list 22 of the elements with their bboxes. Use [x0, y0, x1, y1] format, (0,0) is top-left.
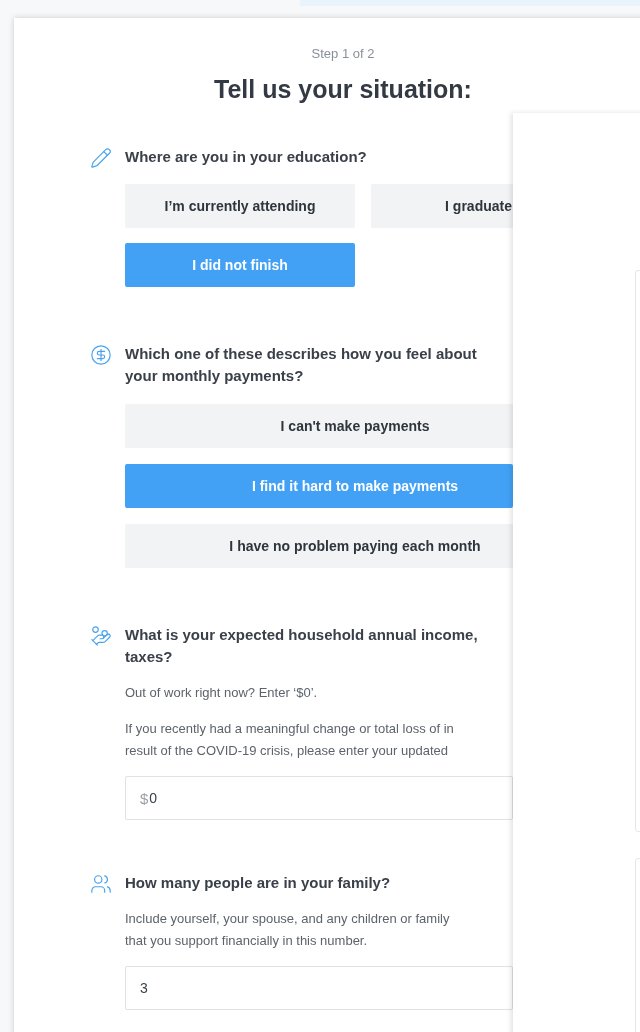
option-button[interactable]: I’m currently attending	[125, 184, 355, 228]
pencil-icon	[90, 147, 112, 169]
step-indicator: Step 1 of 2	[311, 46, 375, 61]
question-text: What is your expected household annual income, taxes?	[125, 625, 479, 667]
input-field[interactable]: 3	[125, 966, 513, 1010]
currency-prefix: $	[140, 789, 149, 807]
page-title: Tell us your situation:	[214, 75, 472, 104]
input-field[interactable]: $0	[125, 776, 513, 820]
help-text: Out of work right now? Enter ‘$0’.	[125, 684, 319, 702]
people-icon	[90, 873, 112, 895]
help-text: If you recently had a meaningful change or total loss of in result of the COVID-19 crisis, please enter your updated	[125, 720, 455, 760]
question-text: How many people are in your family?	[125, 873, 392, 893]
question-text: Which one of these describes how you feel about your monthly payments?	[125, 344, 478, 386]
option-button[interactable]: I can't make payments	[125, 404, 513, 448]
question-text: Where are you in your education?	[125, 147, 368, 167]
field-value: 3	[140, 980, 148, 996]
option-button[interactable]: I have no problem paying each month	[125, 524, 513, 568]
option-button[interactable]: I graduate	[371, 184, 513, 228]
field-value: 0	[149, 790, 158, 806]
dollar-icon	[90, 344, 112, 366]
help-text: Include yourself, your spouse, and any children or family that you support financially in this number.	[125, 910, 451, 950]
hand-coins-icon	[90, 625, 112, 647]
